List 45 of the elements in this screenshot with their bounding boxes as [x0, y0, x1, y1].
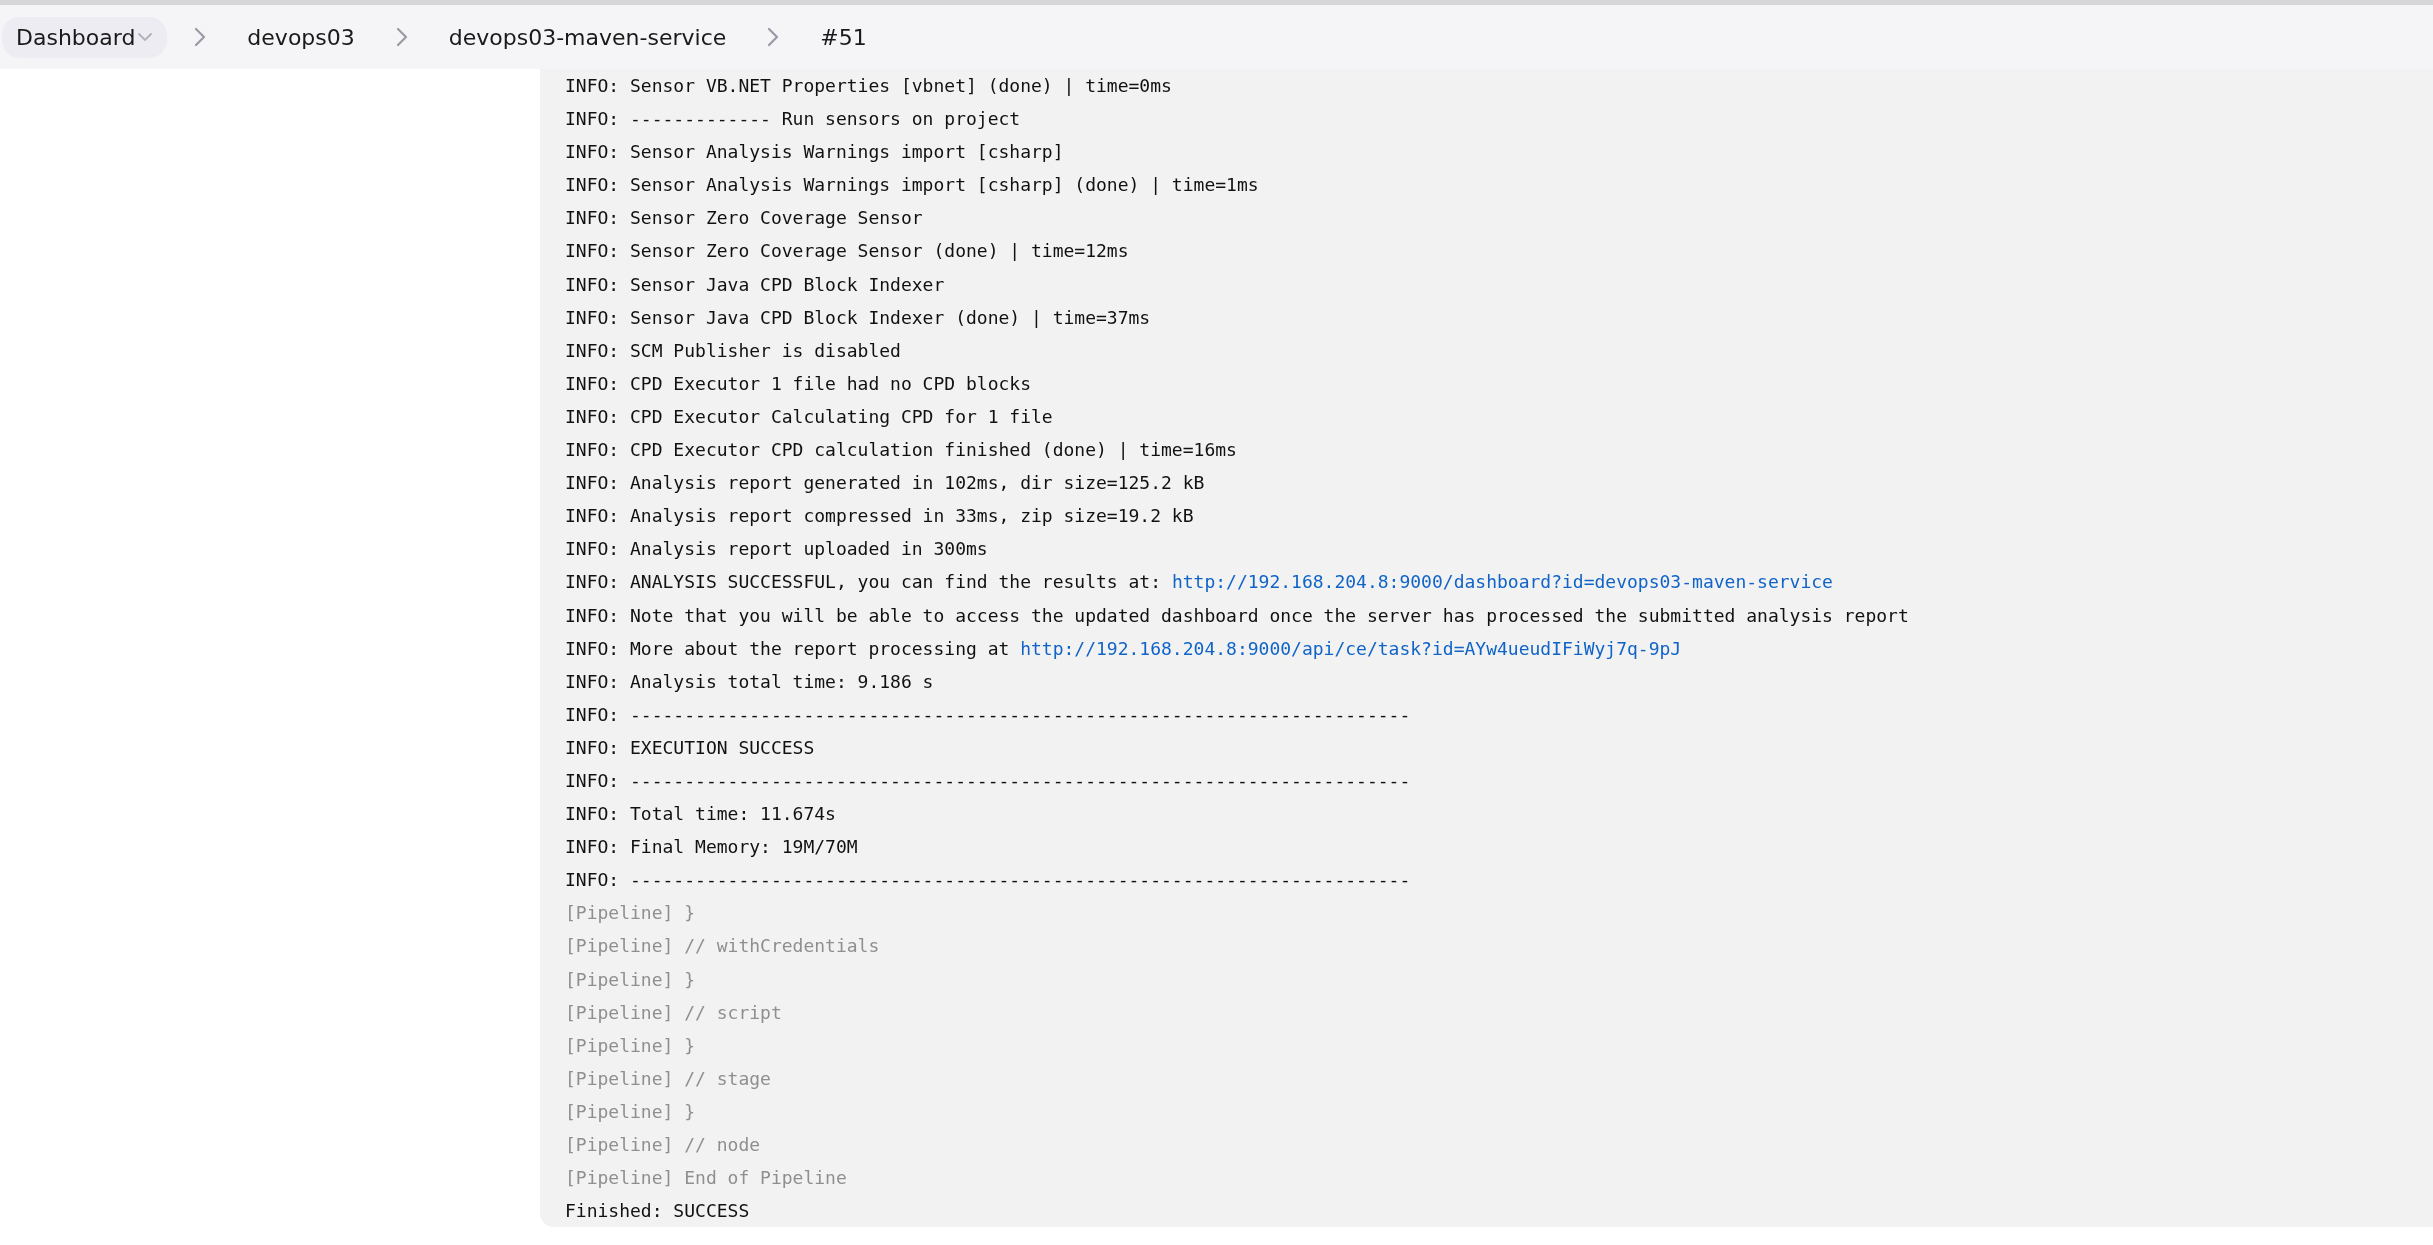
- log-line: INFO: ------------------------------------------------------------------------: [565, 768, 1412, 793]
- log-line: Finished: SUCCESS: [565, 1199, 751, 1224]
- log-link[interactable]: http://192.168.204.8:9000/api/ce/task?id=AYw4ueudIFiWyj7q-9pJ: [1020, 637, 1682, 659]
- log-line: INFO: Total time: 11.674s: [565, 802, 837, 827]
- pipeline-step-line: [Pipeline] }: [565, 967, 697, 992]
- log-line: INFO: CPD Executor Calculating CPD for 1 file: [565, 404, 1054, 429]
- log-line: INFO: EXECUTION SUCCESS: [565, 735, 816, 760]
- log-link[interactable]: http://192.168.204.8:9000/dashboard?id=devops03-maven-service: [1171, 571, 1833, 593]
- log-line: INFO: More about the report processing at http://192.168.204.8:9000/api/ce/task?id=AYw4ueudIFiWyj7q-9pJ: [565, 636, 1683, 661]
- log-line: INFO: Sensor Zero Coverage Sensor (done) | time=12ms: [565, 239, 1130, 264]
- log-line: INFO: ANALYSIS SUCCESSFUL, you can find the results at: http://192.168.204.8:9000/dashboard?id=devops03-maven-service: [565, 570, 1834, 595]
- pipeline-step-line: [Pipeline] }: [565, 901, 697, 926]
- breadcrumb-link[interactable]: #51: [806, 16, 881, 58]
- pipeline-step-line: [Pipeline] }: [565, 1033, 697, 1058]
- log-line: INFO: Sensor Java CPD Block Indexer (done) | time=37ms: [565, 305, 1152, 330]
- pipeline-step-line: [Pipeline] // node: [565, 1133, 762, 1157]
- log-line: INFO: ------------------------------------------------------------------------: [565, 868, 1412, 893]
- log-line: INFO: CPD Executor CPD calculation finished (done) | time=16ms: [565, 438, 1238, 463]
- log-line: INFO: Analysis report uploaded in 300ms: [565, 537, 989, 562]
- log-line: INFO: Sensor Analysis Warnings import [csharp] (done) | time=1ms: [565, 173, 1260, 198]
- chevron-right-icon: [766, 26, 781, 48]
- log-line: INFO: Final Memory: 19M/70M: [565, 835, 859, 860]
- log-line: INFO: Sensor Zero Coverage Sensor: [565, 206, 924, 231]
- chevron-down-icon[interactable]: [137, 31, 154, 43]
- pipeline-step-line: [Pipeline] }: [565, 1099, 697, 1124]
- log-line: INFO: Analysis report compressed in 33ms, zip size=19.2 kB: [565, 504, 1195, 529]
- log-line: INFO: Sensor Analysis Warnings import [csharp]: [565, 140, 1065, 165]
- log-line: INFO: Sensor Java CPD Block Indexer: [565, 272, 946, 297]
- breadcrumb-link[interactable]: Dashboard: [2, 16, 168, 58]
- log-line: INFO: CPD Executor 1 file had no CPD blocks: [565, 371, 1032, 396]
- pipeline-step-line: [Pipeline] // withCredentials: [565, 934, 881, 959]
- log-line: INFO: Analysis report generated in 102ms, dir size=125.2 kB: [565, 471, 1206, 496]
- log-line: INFO: ------------------------------------------------------------------------: [565, 702, 1412, 727]
- breadcrumb-link[interactable]: devops03-maven-service: [434, 16, 741, 58]
- chevron-right-icon: [394, 26, 409, 48]
- log-line: INFO: Note that you will be able to access the updated dashboard once the server has processed the submitted analysis report: [565, 603, 1910, 628]
- pipeline-step-line: [Pipeline] // script: [565, 1000, 783, 1025]
- chevron-right-icon: [193, 26, 208, 48]
- log-line: INFO: Sensor VB.NET Properties [vbnet] (done) | time=0ms: [565, 74, 1173, 98]
- pipeline-step-line: [Pipeline] // stage: [565, 1066, 772, 1091]
- log-line: INFO: SCM Publisher is disabled: [565, 338, 902, 363]
- log-line: INFO: Analysis total time: 9.186 s: [565, 669, 935, 694]
- breadcrumb-link[interactable]: devops03: [233, 16, 369, 58]
- pipeline-step-line: [Pipeline] End of Pipeline: [565, 1166, 848, 1191]
- log-line: INFO: ------------- Run sensors on project: [565, 107, 1022, 132]
